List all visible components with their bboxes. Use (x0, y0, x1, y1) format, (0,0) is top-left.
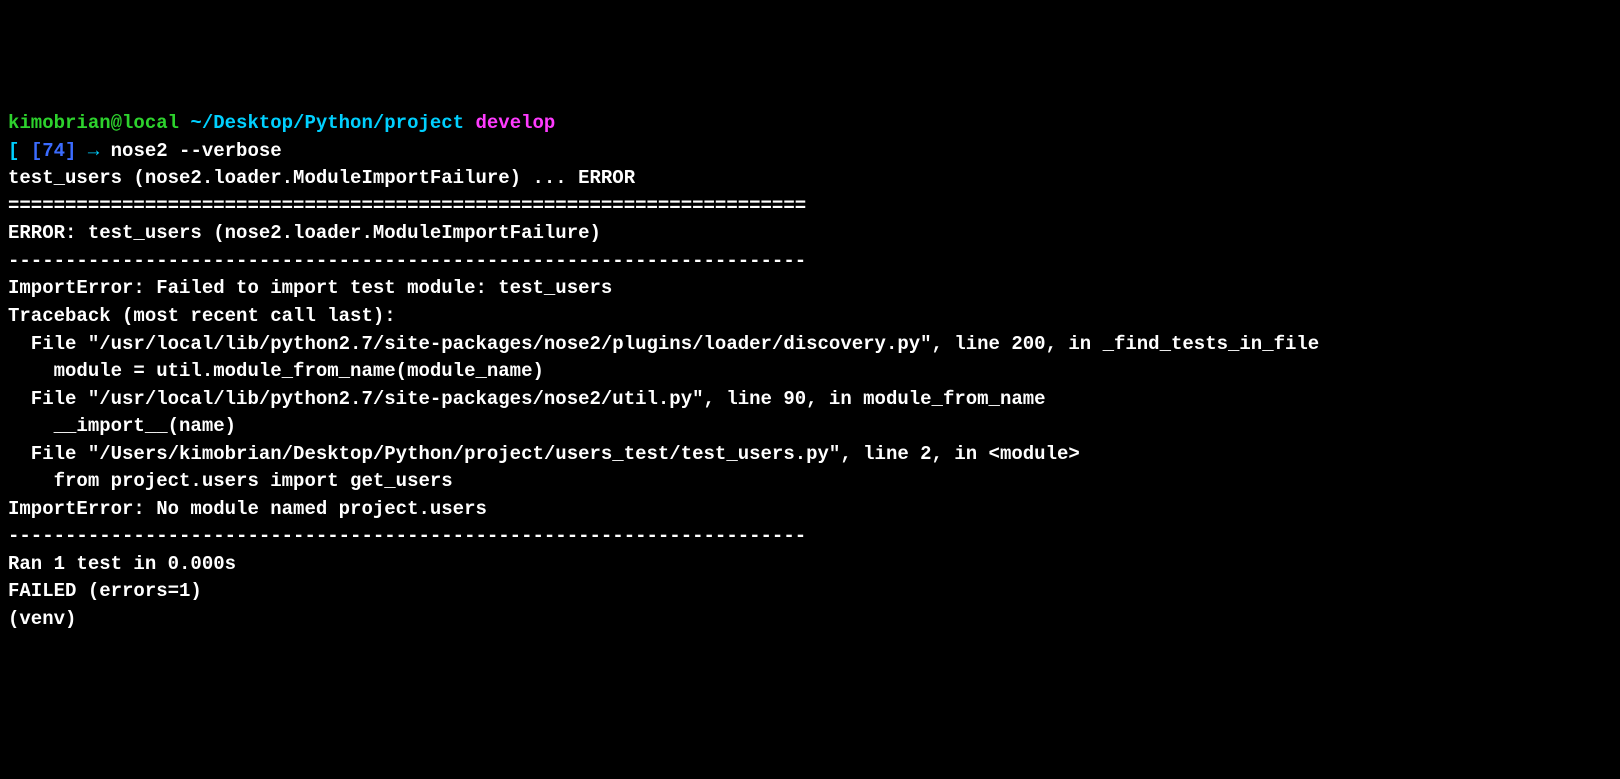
output-line: File "/Users/kimobrian/Desktop/Python/pr… (8, 441, 1612, 469)
output-line: module = util.module_from_name(module_na… (8, 358, 1612, 386)
output-summary: Ran 1 test in 0.000s (8, 551, 1612, 579)
output-line: __import__(name) (8, 413, 1612, 441)
git-branch: develop (475, 112, 555, 134)
output-line: ImportError: No module named project.use… (8, 496, 1612, 524)
cwd-path: ~/Desktop/Python/project (179, 112, 475, 134)
output-failed: FAILED (errors=1) (8, 578, 1612, 606)
output-separator: ----------------------------------------… (8, 248, 1612, 276)
output-line: from project.users import get_users (8, 468, 1612, 496)
output-line: File "/usr/local/lib/python2.7/site-pack… (8, 386, 1612, 414)
output-line: test_users (nose2.loader.ModuleImportFai… (8, 165, 1612, 193)
prompt-line-2: [ [74] → nose2 --verbose (8, 138, 1612, 166)
prompt-line-1: kimobrian@local ~/Desktop/Python/project… (8, 110, 1612, 138)
prompt-bracket-open: [ (8, 140, 31, 162)
output-venv: (venv) (8, 606, 1612, 634)
output-separator: ========================================… (8, 193, 1612, 221)
prompt-arrow: → (76, 140, 110, 162)
terminal-output[interactable]: kimobrian@local ~/Desktop/Python/project… (8, 110, 1612, 633)
command-text: nose2 --verbose (111, 140, 282, 162)
history-number: [74] (31, 140, 77, 162)
output-separator: ----------------------------------------… (8, 523, 1612, 551)
output-line: ImportError: Failed to import test modul… (8, 275, 1612, 303)
output-error-header: ERROR: test_users (nose2.loader.ModuleIm… (8, 220, 1612, 248)
output-line: File "/usr/local/lib/python2.7/site-pack… (8, 331, 1612, 359)
user-host: kimobrian@local (8, 112, 179, 134)
output-line: Traceback (most recent call last): (8, 303, 1612, 331)
